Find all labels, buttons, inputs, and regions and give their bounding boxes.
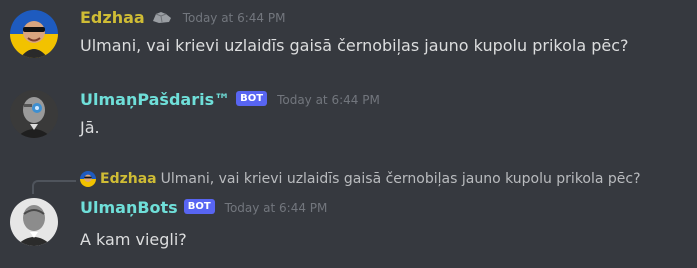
stone-emoji-icon xyxy=(151,9,173,29)
username-ulmanpasdaris[interactable]: UlmaņPašdaris™ xyxy=(80,90,230,110)
reply-avatar-edzhaa[interactable] xyxy=(80,171,96,187)
reply-preview[interactable]: Edzhaa Ulmani, vai krievi uzlaidīs gaisā… xyxy=(80,170,641,188)
reply-avatar-icon xyxy=(80,171,96,187)
avatar-edzhaa-icon xyxy=(10,10,58,58)
timestamp[interactable]: Today at 6:44 PM xyxy=(225,198,328,218)
message-header: UlmaņBots BOT Today at 6:44 PM xyxy=(80,198,327,218)
message-header: UlmaņPašdaris™ BOT Today at 6:44 PM xyxy=(80,90,380,110)
username-ulmanbots[interactable]: UlmaņBots xyxy=(80,198,178,218)
message-text: Jā. xyxy=(80,118,100,137)
message-text: Ulmani, vai krievi uzlaidīs gaisā černob… xyxy=(80,36,629,55)
message-text: A kam viegli? xyxy=(80,230,187,249)
reply-connector xyxy=(32,180,76,194)
timestamp[interactable]: Today at 6:44 PM xyxy=(183,8,286,28)
reply-text[interactable]: Ulmani, vai krievi uzlaidīs gaisā černob… xyxy=(161,170,641,188)
reply-username[interactable]: Edzhaa xyxy=(100,170,157,188)
avatar-ulmanpasdaris-icon xyxy=(10,90,58,138)
avatar-ulmanbots[interactable] xyxy=(10,198,58,246)
avatar-ulmanbots-icon xyxy=(10,198,58,246)
message-header: Edzhaa Today at 6:44 PM xyxy=(80,8,285,28)
timestamp[interactable]: Today at 6:44 PM xyxy=(277,90,380,110)
bot-tag: BOT xyxy=(236,90,268,106)
avatar-ulmanpasdaris[interactable] xyxy=(10,90,58,138)
username-edzhaa[interactable]: Edzhaa xyxy=(80,8,145,28)
bot-tag: BOT xyxy=(183,198,215,214)
avatar-edzhaa[interactable] xyxy=(10,10,58,58)
